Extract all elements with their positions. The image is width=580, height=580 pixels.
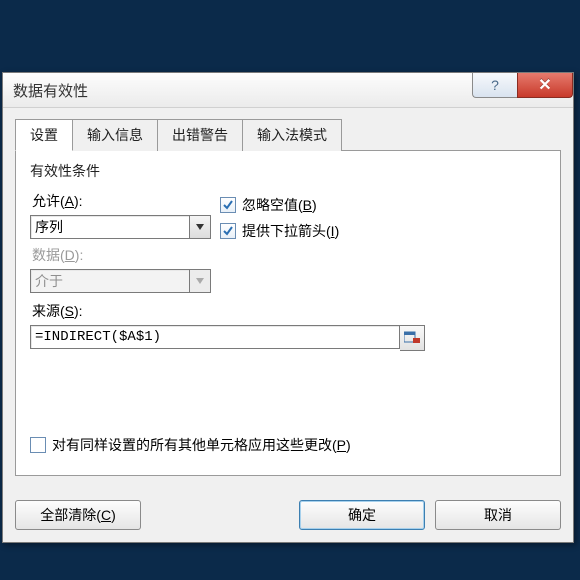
titlebar[interactable]: 数据有效性 ? ✕ bbox=[3, 73, 573, 108]
apply-all-label: 对有同样设置的所有其他单元格应用这些更改(P) bbox=[52, 435, 351, 455]
tabstrip: 设置 输入信息 出错警告 输入法模式 bbox=[15, 119, 561, 151]
source-label: 来源(S): bbox=[32, 301, 546, 321]
data-dropdown-button bbox=[190, 269, 211, 293]
data-input bbox=[30, 269, 190, 293]
allow-dropdown-button[interactable] bbox=[190, 215, 211, 239]
allow-label: 允许(A): bbox=[32, 191, 220, 211]
ok-button[interactable]: 确定 bbox=[299, 500, 425, 530]
data-combo bbox=[30, 269, 220, 293]
chevron-down-icon bbox=[196, 278, 204, 284]
close-icon: ✕ bbox=[538, 75, 551, 95]
window-title: 数据有效性 bbox=[9, 80, 88, 101]
help-button[interactable]: ? bbox=[472, 73, 517, 98]
settings-pane: 有效性条件 允许(A): 数据(D): bbox=[15, 150, 561, 476]
checkmark-icon bbox=[223, 226, 233, 236]
criteria-group-label: 有效性条件 bbox=[30, 161, 546, 181]
tab-ime-mode[interactable]: 输入法模式 bbox=[243, 119, 342, 151]
cancel-button[interactable]: 取消 bbox=[435, 500, 561, 530]
tab-input-message[interactable]: 输入信息 bbox=[73, 119, 158, 151]
dialog-footer: 全部清除(C) 确定 取消 bbox=[3, 490, 573, 542]
clear-all-button[interactable]: 全部清除(C) bbox=[15, 500, 141, 530]
checkbox-box bbox=[30, 437, 46, 453]
apply-all-checkbox[interactable]: 对有同样设置的所有其他单元格应用这些更改(P) bbox=[30, 435, 351, 455]
range-picker-button[interactable] bbox=[400, 325, 425, 351]
data-validation-dialog: 数据有效性 ? ✕ 设置 输入信息 出错警告 输入法模式 有效性条件 允许(A)… bbox=[2, 72, 574, 543]
tab-error-alert[interactable]: 出错警告 bbox=[158, 119, 243, 151]
in-cell-dropdown-checkbox[interactable]: 提供下拉箭头(I) bbox=[220, 221, 339, 241]
chevron-down-icon bbox=[196, 224, 204, 230]
client-area: 设置 输入信息 出错警告 输入法模式 有效性条件 允许(A): 数据(D): bbox=[3, 108, 573, 490]
close-button[interactable]: ✕ bbox=[517, 73, 573, 98]
tab-settings[interactable]: 设置 bbox=[15, 119, 73, 151]
ignore-blank-checkbox[interactable]: 忽略空值(B) bbox=[220, 195, 339, 215]
in-cell-dropdown-label: 提供下拉箭头(I) bbox=[242, 221, 339, 241]
range-picker-icon bbox=[404, 331, 420, 345]
source-input[interactable] bbox=[30, 325, 400, 349]
help-icon: ? bbox=[491, 77, 499, 93]
ignore-blank-label: 忽略空值(B) bbox=[242, 195, 317, 215]
checkbox-box bbox=[220, 223, 236, 239]
allow-input[interactable] bbox=[30, 215, 190, 239]
checkbox-box bbox=[220, 197, 236, 213]
checkmark-icon bbox=[223, 200, 233, 210]
allow-combo[interactable] bbox=[30, 215, 220, 239]
data-label: 数据(D): bbox=[32, 245, 220, 265]
